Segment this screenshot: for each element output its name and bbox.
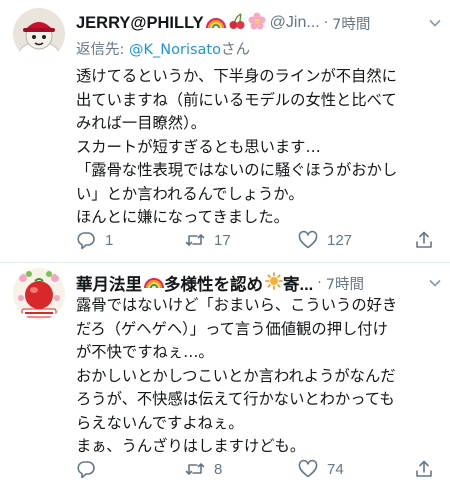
blossom-icon bbox=[248, 12, 266, 34]
tweet-text-line: らえないんですよねぇ。 bbox=[76, 413, 244, 432]
reply-icon bbox=[77, 232, 95, 250]
tweet-text-line: みれば一目瞭然）。 bbox=[76, 114, 207, 132]
reply-to-suffix: さん bbox=[220, 42, 250, 58]
tweet-text: 透けてるというか、下半身のラインが不自然に 出ていますね（前にいるモデルの女性と… bbox=[76, 65, 444, 230]
chevron-down-icon[interactable] bbox=[428, 276, 442, 290]
tweet-1[interactable]: JERRY@PHILLY @Jin... · 7時間 返信先: @K_Noris… bbox=[0, 0, 450, 263]
tweet-divider bbox=[0, 262, 450, 263]
tweet-text-line: 露骨ではないけど「おまいら、こういうの好き bbox=[76, 296, 398, 314]
chevron-down-icon[interactable] bbox=[428, 16, 442, 30]
reply-button[interactable] bbox=[76, 457, 96, 481]
like-count: 74 bbox=[327, 460, 344, 478]
like-button[interactable]: 127 bbox=[298, 228, 352, 252]
tweet-1-header: JERRY@PHILLY @Jin... · 7時間 bbox=[76, 10, 442, 36]
share-icon bbox=[416, 231, 432, 248]
avatar-image bbox=[13, 268, 65, 320]
reply-icon bbox=[77, 461, 95, 479]
tweet-text-line: 出ていますね（前にいるモデルの女性と比べて bbox=[76, 90, 397, 109]
tweet-text-line: だろ（ゲヘゲヘ）」って言う価値観の押し付け bbox=[76, 319, 388, 338]
tweet-2[interactable]: 華月法里 多様性を認め 寄... · 7時間 露骨ではないけど「おまいら、こうい… bbox=[0, 264, 450, 493]
separator-dot: · bbox=[317, 275, 322, 291]
retweet-icon bbox=[185, 463, 205, 475]
display-name-end[interactable]: 寄... bbox=[283, 271, 313, 295]
share-button[interactable] bbox=[414, 457, 434, 481]
tweet-text: 露骨ではないけど「おまいら、こういうの好き だろ（ゲヘゲヘ）」って言う価値観の押… bbox=[76, 294, 444, 459]
retweet-count: 8 bbox=[214, 460, 223, 478]
share-icon bbox=[416, 460, 432, 477]
tweet-text-line: 透けてるというか、下半身のラインが不自然に bbox=[76, 67, 397, 85]
avatar-kagetsu[interactable] bbox=[13, 268, 65, 320]
separator-dot: · bbox=[323, 15, 329, 31]
retweet-count: 17 bbox=[214, 231, 231, 249]
cherries-icon bbox=[228, 12, 246, 34]
reply-to-label: 返信先: bbox=[76, 42, 129, 58]
tweet-text-line: ほんとに嫌になってきました。 bbox=[76, 208, 289, 226]
sun-icon bbox=[265, 272, 283, 294]
reply-to: 返信先: @K_Norisatoさん bbox=[76, 38, 250, 59]
tweet-text-line: まぁ、うんざりはしますけども。 bbox=[76, 437, 306, 455]
retweet-button[interactable]: 8 bbox=[185, 457, 222, 481]
like-button[interactable]: 74 bbox=[298, 457, 344, 481]
display-name[interactable]: JERRY@PHILLY bbox=[76, 14, 204, 33]
retweet-button[interactable]: 17 bbox=[185, 228, 231, 252]
display-name-suffix[interactable]: 多様性を認め bbox=[164, 271, 263, 295]
tweet-text-line: が不快ですねぇ…。 bbox=[76, 343, 214, 361]
timestamp[interactable]: 7時間 bbox=[326, 273, 364, 294]
reply-to-handle-link[interactable]: @K_Norisato bbox=[129, 42, 221, 58]
like-count: 127 bbox=[327, 231, 353, 249]
reply-button[interactable]: 1 bbox=[76, 228, 113, 252]
like-icon bbox=[298, 230, 318, 249]
handle[interactable]: @Jin... bbox=[270, 14, 320, 32]
rainbow-icon bbox=[205, 14, 226, 33]
retweet-icon bbox=[185, 234, 205, 246]
reply-count: 1 bbox=[105, 231, 114, 249]
rainbow-icon bbox=[144, 274, 164, 293]
tweet-actions: 1 17 127 bbox=[76, 228, 446, 252]
tweet-2-header: 華月法里 多様性を認め 寄... · 7時間 bbox=[76, 270, 442, 296]
tweet-actions: 8 74 bbox=[76, 457, 446, 481]
tweet-text-line: スカートが短すぎるとも思います… bbox=[76, 137, 321, 156]
share-button[interactable] bbox=[414, 228, 434, 252]
tweet-text-line: 「露骨な性表現ではないのに騒ぐほうがおかし bbox=[76, 161, 398, 179]
avatar-image bbox=[13, 8, 65, 60]
avatar-jerry[interactable] bbox=[13, 8, 65, 60]
tweet-text-line: い」とか言われるんでしょうか。 bbox=[76, 184, 304, 203]
display-name[interactable]: 華月法里 bbox=[76, 271, 142, 295]
timestamp[interactable]: 7時間 bbox=[332, 13, 370, 34]
like-icon bbox=[298, 459, 318, 478]
tweet-text-line: ろうが、不快感は伝えて行かないとわかっても bbox=[76, 390, 395, 408]
tweet-text-line: おかしいとかしつこいとか言われようがなんだ bbox=[76, 366, 396, 385]
